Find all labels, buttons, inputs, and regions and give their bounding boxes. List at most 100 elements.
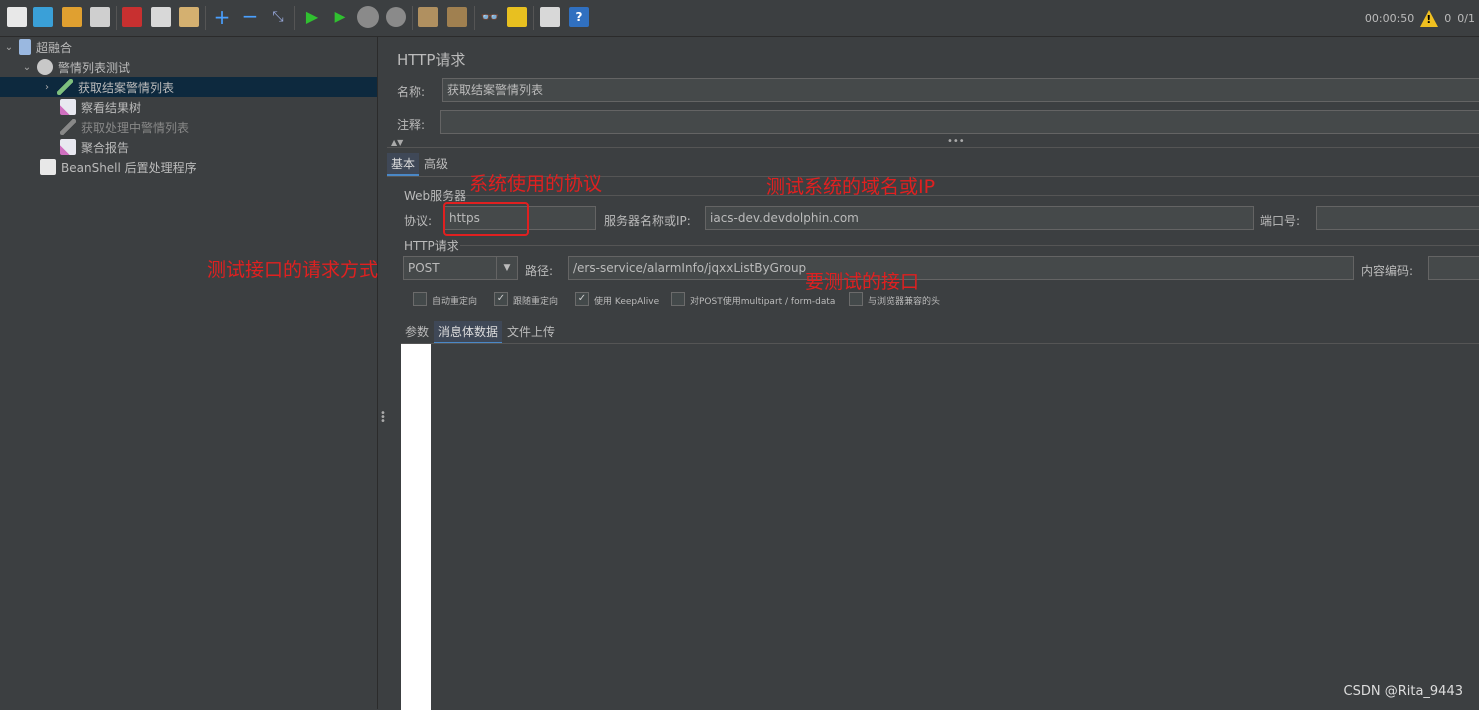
tab-advanced[interactable]: 高级 [420,153,452,174]
browser-headers-checkbox[interactable] [849,292,863,306]
elapsed-timer: 00:00:50 [1364,11,1415,25]
splitter-handle[interactable]: • • • [380,409,386,427]
encoding-field[interactable] [1428,256,1479,280]
pipette-icon [60,119,76,135]
keepalive-checkbox[interactable]: ✓ [575,292,589,306]
toolbar-separator [205,6,206,30]
annotation-method: 测试接口的请求方式 [207,259,379,281]
listener-icon [60,99,76,115]
warning-count: 0 [1444,11,1452,25]
divider [387,147,1479,148]
checkbox-label: 自动重定向 [432,297,478,307]
tab-file-upload[interactable]: 文件上传 [503,321,559,342]
path-field[interactable]: /ers-service/alarmInfo/jqxxListByGroup [568,256,1354,280]
stop-icon[interactable] [357,6,379,28]
checkbox-label: 对POST使用multipart / form-data [690,297,836,307]
toolbar-separator [116,6,117,30]
port-label: 端口号: [1260,214,1301,228]
tree-item-beanshell[interactable]: BeanShell 后置处理程序 [40,157,197,177]
tree-item-label: BeanShell 后置处理程序 [61,160,197,175]
toolbar-separator [474,6,475,30]
status-area: 00:00:50 0 0/1 [1365,0,1479,36]
tree-item-label: 获取处理中警情列表 [81,120,190,135]
chevron-down-icon[interactable]: ⌄ [4,42,14,53]
collapse-arrows-icon[interactable]: ▲▼ [391,138,403,147]
protocol-label: 协议: [404,214,433,228]
tree-item-label: 超融合 [36,40,73,55]
new-icon[interactable] [7,7,27,27]
toolbar-separator [412,6,413,30]
follow-redirect-checkbox[interactable]: ✓ [494,292,508,306]
protocol-highlight-box [443,202,529,236]
templates-icon[interactable] [33,7,53,27]
toolbar-separator [294,6,295,30]
multipart-checkbox[interactable] [671,292,685,306]
tree-item-label: 聚合报告 [81,140,130,155]
checkbox-label: 使用 KeepAlive [594,297,660,307]
tab-body-data[interactable]: 消息体数据 [434,321,503,344]
group-border [465,195,1479,196]
copy-icon[interactable] [151,7,171,27]
page-title: HTTP请求 [397,51,466,69]
body-data-editor[interactable] [401,343,1479,710]
toolbar: + − ⤡ ▶ ▶ 👓 ? 00:00:50 0 0/1 [0,0,1479,37]
chevron-down-icon[interactable]: ⌄ [22,62,32,73]
cut-icon[interactable] [122,7,142,27]
paste-icon[interactable] [179,7,199,27]
gear-icon [37,59,53,75]
port-field[interactable] [1316,206,1479,230]
function-helper-icon[interactable] [540,7,560,27]
annotation-interface: 要测试的接口 [805,271,920,293]
listener-icon [60,139,76,155]
watermark: CSDN @Rita_9443 [1343,684,1464,699]
active-threads: 0/1 [1457,11,1475,25]
checkbox-label: 与浏览器兼容的头 [868,297,941,307]
save-icon[interactable] [90,7,110,27]
tree-item-sampler-disabled[interactable]: 获取处理中警情列表 [60,117,189,137]
group-border [460,245,1479,246]
server-field[interactable]: iacs-dev.devdolphin.com [705,206,1254,230]
tree-item-label: 警情列表测试 [58,60,131,75]
http-group-title: HTTP请求 [404,239,459,253]
path-label: 路径: [525,264,554,278]
open-icon[interactable] [62,7,82,27]
tree-item-thread-group[interactable]: ⌄ 警情列表测试 [22,57,130,77]
tree-item-test-plan[interactable]: ⌄ 超融合 [4,37,72,57]
shutdown-icon[interactable] [386,7,406,27]
pipette-icon [57,79,73,95]
tab-basic[interactable]: 基本 [387,153,420,176]
name-field[interactable]: 获取结案警情列表 [442,78,1479,102]
clear-icon[interactable] [418,7,438,27]
comment-label: 注释: [397,118,426,132]
start-icon[interactable]: ▶ [302,7,322,27]
collapse-icon[interactable]: − [240,6,260,27]
annotation-domain: 测试系统的域名或IP [766,176,936,198]
document-icon [40,159,56,175]
auto-redirect-checkbox[interactable] [413,292,427,306]
comment-field[interactable] [440,110,1479,134]
chevron-right-icon[interactable]: › [42,82,52,93]
divider-handle[interactable]: ••• [947,136,965,147]
test-plan-icon [19,39,31,55]
encoding-label: 内容编码: [1361,264,1414,278]
http-request-panel: HTTP请求 名称: 获取结案警情列表 注释: ▲▼ ••• 基本 高级 Web… [387,37,1479,710]
start-no-pause-icon[interactable]: ▶ [330,7,350,27]
method-select[interactable]: POST ▼ [403,256,518,280]
method-value: POST [408,261,440,275]
warning-icon[interactable] [1420,9,1439,27]
tab-parameters[interactable]: 参数 [401,321,433,342]
help-icon[interactable]: ? [569,7,589,27]
clear-all-icon[interactable] [447,7,467,27]
reset-search-icon[interactable] [507,7,527,27]
toggle-icon[interactable]: ⤡ [268,7,288,27]
tree-item-label: 获取结案警情列表 [78,80,175,95]
tree-item-results-tree[interactable]: 察看结果树 [60,97,141,117]
test-plan-tree: ⌄ 超融合 ⌄ 警情列表测试 › 获取结案警情列表 察看结果树 获取处理中警情列… [0,37,377,709]
tree-item-aggregate-report[interactable]: 聚合报告 [60,137,129,157]
tree-item-sampler-selected[interactable]: › 获取结案警情列表 [0,77,377,97]
search-icon[interactable]: 👓 [480,7,500,27]
chevron-down-icon[interactable]: ▼ [496,257,517,279]
expand-icon[interactable]: + [212,7,232,27]
checkbox-label: 跟随重定向 [513,297,559,307]
annotation-protocol: 系统使用的协议 [469,173,603,195]
